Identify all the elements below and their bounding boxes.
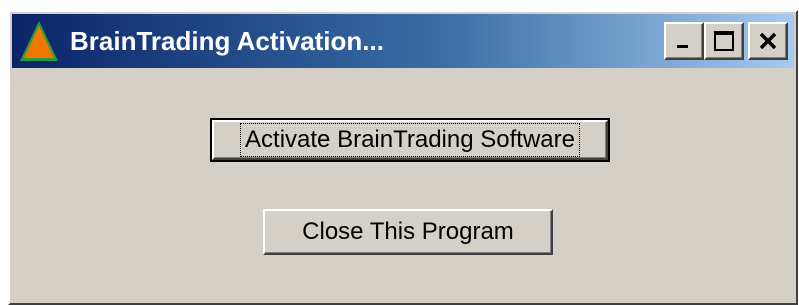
minimize-button[interactable] [664, 22, 704, 60]
close-button[interactable] [748, 22, 788, 60]
dialog-content: Activate BrainTrading Software Close Thi… [12, 68, 794, 301]
close-program-button[interactable]: Close This Program [263, 209, 553, 255]
maximize-icon [714, 31, 734, 51]
triangle-app-icon [20, 21, 58, 61]
activate-software-label: Activate BrainTrading Software [240, 123, 580, 157]
close-icon [759, 32, 777, 50]
close-program-label: Close This Program [302, 218, 514, 245]
activate-software-button[interactable]: Activate BrainTrading Software [210, 118, 610, 162]
title-bar[interactable]: BrainTrading Activation... [12, 14, 794, 68]
minimize-icon [677, 45, 688, 48]
dialog-window: BrainTrading Activation... Activate Brai… [8, 10, 798, 305]
maximize-button[interactable] [704, 22, 744, 60]
title-controls [664, 22, 788, 60]
window-title: BrainTrading Activation... [70, 25, 384, 56]
